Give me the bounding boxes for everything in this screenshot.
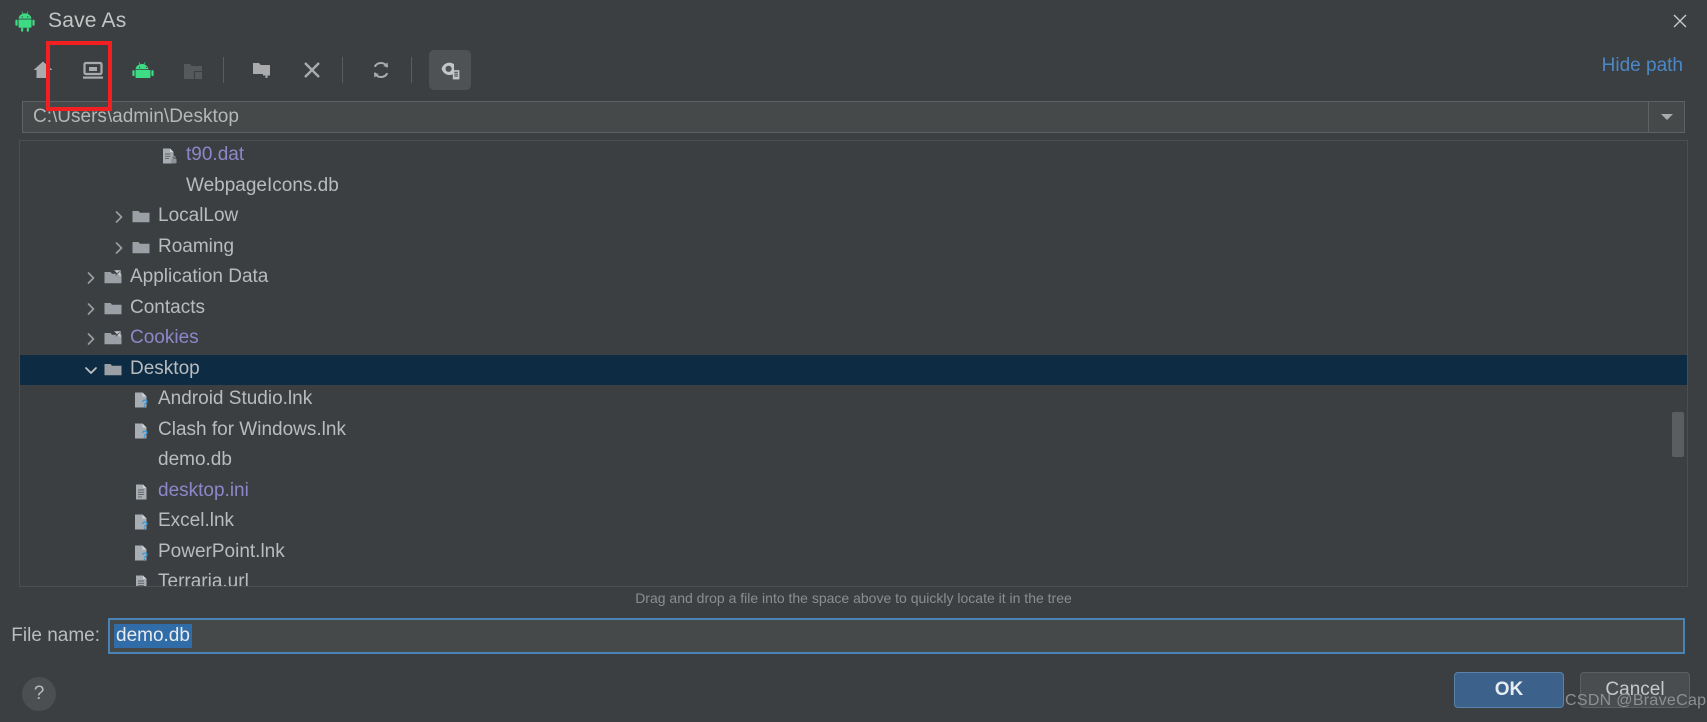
delete-icon[interactable]	[291, 50, 333, 90]
tree-row[interactable]: LocalLow	[20, 202, 1687, 233]
tree-row-label: Contacts	[130, 296, 205, 318]
tree-row-label: Cookies	[130, 327, 199, 349]
home-icon[interactable]	[22, 50, 64, 90]
svg-text:?: ?	[142, 398, 149, 410]
folder-icon	[130, 202, 152, 232]
tree-row-label: Roaming	[158, 235, 235, 257]
file-tree-panel[interactable]: t90.dat WebpageIcons.db LocalLow Roaming App…	[19, 140, 1688, 587]
svg-text:?: ?	[142, 429, 149, 441]
tree-row[interactable]: desktop.ini	[20, 477, 1687, 508]
tree-row[interactable]: Roaming	[20, 233, 1687, 264]
chevron-down-icon[interactable]	[1648, 102, 1684, 132]
chevron-right-icon[interactable]	[108, 233, 130, 263]
tree-row[interactable]: Application Data	[20, 263, 1687, 294]
tree-scrollbar[interactable]	[1671, 141, 1685, 586]
file-name-label: File name:	[11, 625, 100, 646]
chevron-down-icon[interactable]	[80, 355, 102, 385]
folder-link-icon	[102, 324, 124, 354]
folder-link-icon	[102, 263, 124, 293]
cancel-button[interactable]: Cancel	[1580, 672, 1690, 708]
toolbar-divider	[411, 57, 412, 83]
refresh-icon[interactable]	[360, 50, 402, 90]
show-hidden-files-icon[interactable]	[429, 50, 471, 90]
ok-button[interactable]: OK	[1454, 672, 1564, 708]
toolbar-divider	[223, 57, 224, 83]
tree-row-label: demo.db	[158, 449, 232, 471]
tree-row-label: t90.dat	[186, 144, 245, 166]
new-folder-icon[interactable]	[241, 50, 283, 90]
svg-text:?: ?	[142, 551, 149, 563]
tree-row[interactable]: Terraria.url	[20, 568, 1687, 587]
tree-row-label: desktop.ini	[158, 479, 249, 501]
locked-file-icon	[158, 141, 180, 171]
tree-row[interactable]: Contacts	[20, 294, 1687, 325]
android-project-icon[interactable]	[122, 50, 164, 90]
unknown-file-icon: ?	[130, 416, 152, 446]
file-tree[interactable]: t90.dat WebpageIcons.db LocalLow Roaming App…	[20, 141, 1687, 587]
tree-row-label: Desktop	[130, 357, 200, 379]
folder-icon	[102, 294, 124, 324]
tree-row-label: Clash for Windows.lnk	[158, 418, 346, 440]
hide-path-link[interactable]: Hide path	[1602, 55, 1683, 77]
module-folder-icon	[172, 50, 214, 90]
tree-row[interactable]: ? Excel.lnk	[20, 507, 1687, 538]
unknown-file-icon: ?	[130, 538, 152, 568]
window-title: Save As	[48, 9, 127, 32]
tree-row-label: Excel.lnk	[158, 510, 235, 532]
tree-row-label: PowerPoint.lnk	[158, 540, 285, 562]
text-file-icon	[130, 477, 152, 507]
tree-row[interactable]: demo.db	[20, 446, 1687, 477]
tree-row[interactable]: Cookies	[20, 324, 1687, 355]
tree-row-label: Application Data	[130, 266, 269, 288]
tree-row[interactable]: WebpageIcons.db	[20, 172, 1687, 203]
chevron-right-icon[interactable]	[80, 294, 102, 324]
file-name-input[interactable]: demo.db	[108, 618, 1685, 654]
unknown-file-icon: ?	[130, 507, 152, 537]
path-input[interactable]: C:\Users\admin\Desktop	[23, 102, 1648, 132]
file-icon-placeholder	[158, 172, 180, 202]
text-file-icon	[130, 568, 152, 586]
tree-row-label: LocalLow	[158, 205, 239, 227]
tree-row-label: WebpageIcons.db	[186, 174, 339, 196]
toolbar-divider	[342, 57, 343, 83]
title-bar: Save As	[0, 0, 1707, 42]
tree-row[interactable]: ? Android Studio.lnk	[20, 385, 1687, 416]
tree-row[interactable]: t90.dat	[20, 141, 1687, 172]
toolbar: Hide path	[0, 42, 1707, 98]
file-name-row: File name: demo.db	[0, 615, 1707, 657]
path-combo[interactable]: C:\Users\admin\Desktop	[22, 101, 1685, 133]
drag-drop-hint: Drag and drop a file into the space abov…	[635, 590, 1072, 606]
tree-row[interactable]: Desktop	[20, 354, 1687, 385]
android-icon	[12, 8, 38, 34]
tree-row-label: Android Studio.lnk	[158, 388, 313, 410]
desktop-icon[interactable]	[72, 50, 114, 90]
file-icon-placeholder	[130, 446, 152, 476]
folder-icon	[102, 355, 124, 385]
chevron-right-icon[interactable]	[80, 324, 102, 354]
chevron-right-icon[interactable]	[80, 263, 102, 293]
unknown-file-icon: ?	[130, 385, 152, 415]
folder-icon	[130, 233, 152, 263]
svg-text:?: ?	[142, 520, 149, 532]
close-icon[interactable]	[1653, 0, 1707, 42]
tree-row[interactable]: ? Clash for Windows.lnk	[20, 416, 1687, 447]
save-as-dialog: Save As Hide path C:\Users\admin\Desktop…	[0, 0, 1707, 722]
chevron-right-icon[interactable]	[108, 202, 130, 232]
help-button[interactable]: ?	[22, 677, 56, 711]
tree-row-label: Terraria.url	[158, 571, 249, 587]
tree-row[interactable]: ? PowerPoint.lnk	[20, 538, 1687, 569]
tree-scrollbar-thumb[interactable]	[1672, 412, 1684, 457]
file-name-value[interactable]: demo.db	[114, 624, 192, 648]
